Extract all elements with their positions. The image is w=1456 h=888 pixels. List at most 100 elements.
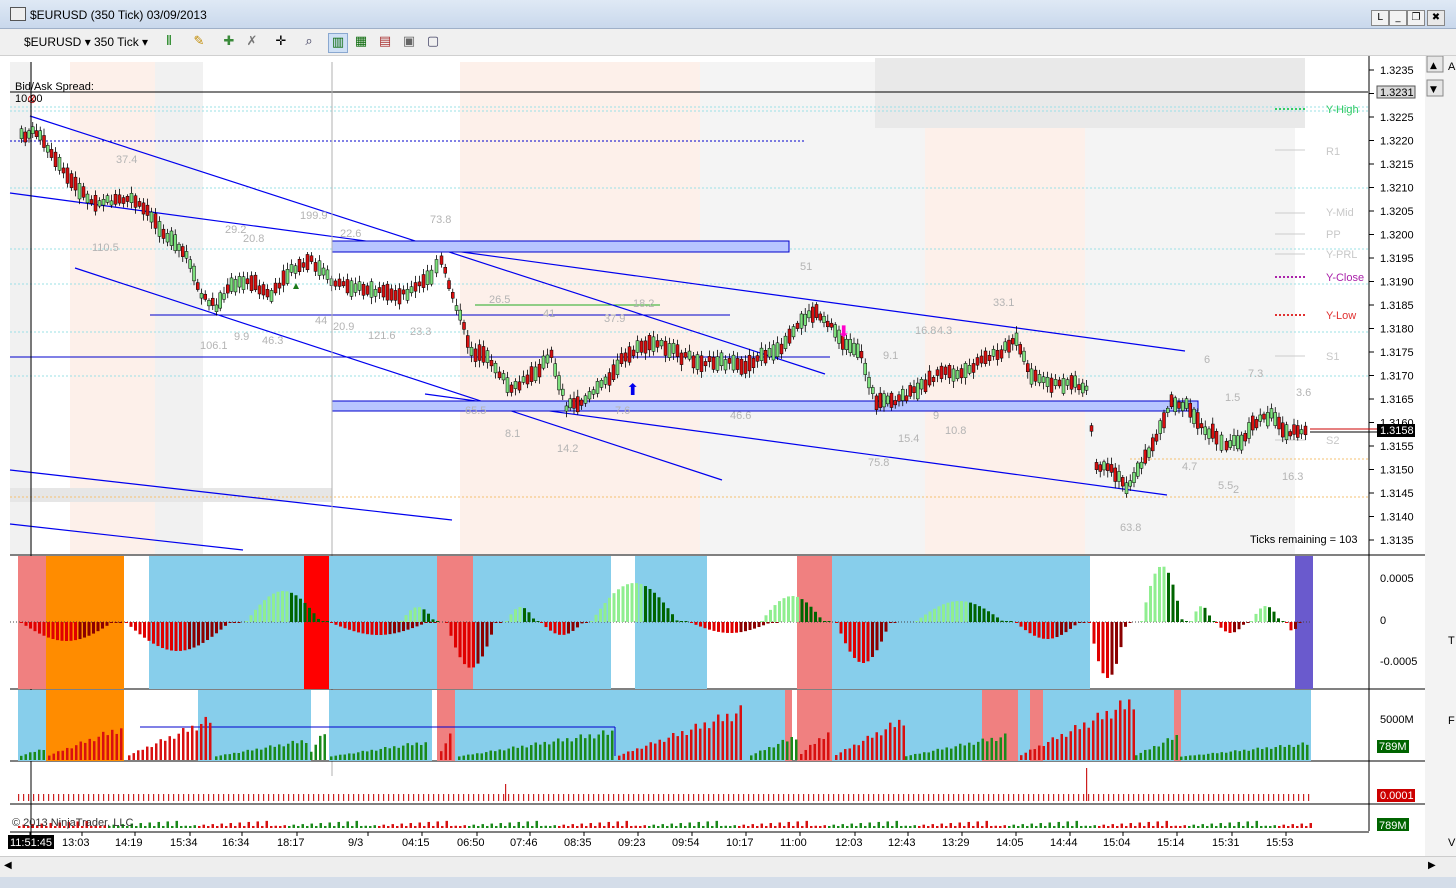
price-label: 1.3175 <box>1380 347 1414 359</box>
volume-label: 22.6 <box>340 228 361 240</box>
indicators-icon[interactable]: ▦ <box>352 33 370 51</box>
price-label: 1.3190 <box>1380 277 1414 289</box>
horizontal-scrollbar[interactable]: ◀ ▶ <box>0 856 1456 877</box>
time-label: 15:31 <box>1212 837 1240 849</box>
pivot-label: Y-Low <box>1326 310 1356 322</box>
volume-label: 46.3 <box>262 335 283 347</box>
osc-axis-bottom: -0.0005 <box>1380 656 1417 668</box>
chart-toolbar: $EURUSD ▾ 350 Tick ▾ ⫴ ✎ ✚ ✗ ✛ ⌕ ▥ ▦ ▤ ▣… <box>0 29 1456 56</box>
pivot-labels: Y-High R1 Y-Mid PP Y-PRL Y-Close Y-Low S1 S2 <box>1326 104 1364 447</box>
svg-text:⬇: ⬇ <box>837 322 850 341</box>
data-box-icon[interactable]: ▣ <box>400 33 418 51</box>
time-label: 10:17 <box>726 837 754 849</box>
scroll-left-icon[interactable]: ◀ <box>4 860 12 871</box>
restore-button[interactable]: ❐ <box>1407 10 1425 26</box>
strategies-icon[interactable]: ▤ <box>376 33 394 51</box>
price-label: 1.3165 <box>1380 394 1414 406</box>
instrument-selector[interactable]: $EURUSD ▾ <box>24 35 91 49</box>
scroll-right-icon[interactable]: ▶ <box>1428 860 1436 871</box>
crosshair-icon[interactable]: ✛ <box>272 33 290 51</box>
eraser-icon[interactable]: ✗ <box>243 33 261 51</box>
time-label: 08:35 <box>564 837 592 849</box>
volume-label: 16.3 <box>1282 471 1303 483</box>
volume-label: 37.9 <box>604 313 625 325</box>
time-label: 13:29 <box>942 837 970 849</box>
time-label: 11:00 <box>780 837 807 849</box>
panel4-value: 789M <box>1379 820 1407 832</box>
price-label: 1.3225 <box>1380 112 1414 124</box>
price-label: 1.3235 <box>1380 65 1414 77</box>
chart-canvas[interactable]: ⬆ ⬇ ⊗ Bid/Ask Spread: 10.00 Ticks remain… <box>0 56 1456 856</box>
edge-letter-a: A <box>1448 61 1456 73</box>
volume-label: 10.8 <box>945 425 966 437</box>
volume-label: 20.8 <box>243 233 264 245</box>
price-label: 1.3180 <box>1380 324 1414 336</box>
pivot-label: Y-High <box>1326 104 1359 116</box>
pencil-icon[interactable]: ✎ <box>190 33 208 51</box>
time-label: 15:34 <box>170 837 198 849</box>
price-label: 1.3220 <box>1380 136 1414 148</box>
volume-label: 33.1 <box>993 297 1014 309</box>
osc-axis-top: 0.0005 <box>1380 573 1414 585</box>
bid-ask-value: 10.00 <box>15 93 43 105</box>
price-label: 1.3195 <box>1380 253 1414 265</box>
volume-label: 4.7 <box>1182 461 1197 473</box>
volume-label: 7.6 <box>615 405 630 417</box>
time-label: 15:14 <box>1157 837 1185 849</box>
volume-label: 106.1 <box>200 340 228 352</box>
volume-label: 16.8 <box>915 325 936 337</box>
volume-label: 5.5 <box>1218 480 1233 492</box>
volume-label: 73.8 <box>430 214 451 226</box>
interval-selector[interactable]: 350 Tick ▾ <box>94 35 148 49</box>
time-label: 13:03 <box>62 837 90 849</box>
price-label: 1.3215 <box>1380 159 1414 171</box>
time-label: 12:03 <box>835 837 863 849</box>
price-label: 1.3135 <box>1380 535 1414 547</box>
bars-type-icon[interactable]: ⫴ <box>160 33 178 51</box>
time-label: 12:43 <box>888 837 916 849</box>
taskbar <box>0 877 1456 888</box>
window-title: $EURUSD (350 Tick) 03/09/2013 <box>30 8 207 22</box>
oscillator-panel: 0.0005 0 -0.0005 <box>10 556 1417 689</box>
pin-icon[interactable]: ✚ <box>220 33 238 51</box>
price-marker-1: 1.3231 <box>1376 85 1416 99</box>
triangle-up-icon: ▲ <box>1430 61 1437 71</box>
minimize-button[interactable]: _ <box>1389 10 1407 26</box>
volume-label: 63.8 <box>1120 522 1141 534</box>
time-axis: 11:51:45 13:03 14:19 15:34 16:34 18:17 9/3 04:1… <box>8 832 1294 849</box>
volume-panel: 5000M 789M <box>18 690 1414 761</box>
price-label: 1.3185 <box>1380 300 1414 312</box>
volume-label: 20.9 <box>333 321 354 333</box>
zoom-icon[interactable]: ⌕ <box>300 33 318 51</box>
resistance-zone[interactable] <box>331 240 790 253</box>
link-button[interactable]: L <box>1371 10 1389 26</box>
time-label: 09:23 <box>618 837 646 849</box>
templates-icon[interactable]: ▢ <box>424 33 442 51</box>
panel3-value: 0.0001 <box>1380 790 1414 802</box>
price-label: 1.3140 <box>1380 512 1414 524</box>
volume-label: 6 <box>1204 354 1210 366</box>
price-label: 1.3170 <box>1380 371 1414 383</box>
close-button[interactable]: ✖ <box>1427 10 1445 26</box>
chevron-down-icon: ▾ <box>84 35 91 49</box>
volume-label: 18.2 <box>633 298 654 310</box>
volume-label: 9 <box>933 410 939 422</box>
volume-label: 75.8 <box>868 457 889 469</box>
volume-label: 9.1 <box>883 350 898 362</box>
pivot-label: Y-PRL <box>1326 249 1357 261</box>
volume-label: 4.3 <box>937 325 952 337</box>
volume-label: 41 <box>543 308 555 320</box>
volume-label: 7.3 <box>1248 368 1263 380</box>
chart-props-icon[interactable]: ▥ <box>328 33 348 53</box>
osc-axis-zero: 0 <box>1380 615 1386 627</box>
time-label: 11:51:45 <box>10 837 52 849</box>
volume-label: 121.6 <box>368 330 396 342</box>
vol-axis-label: 5000M <box>1380 714 1414 726</box>
time-label: 07:46 <box>510 837 538 849</box>
volume-label: 3.6 <box>1296 387 1311 399</box>
time-label: 15:53 <box>1266 837 1294 849</box>
copyright: © 2013 NinjaTrader, LLC <box>12 817 133 829</box>
support-zone[interactable] <box>331 400 1199 412</box>
time-label: 14:05 <box>996 837 1024 849</box>
volume-label: 46.6 <box>730 410 751 422</box>
